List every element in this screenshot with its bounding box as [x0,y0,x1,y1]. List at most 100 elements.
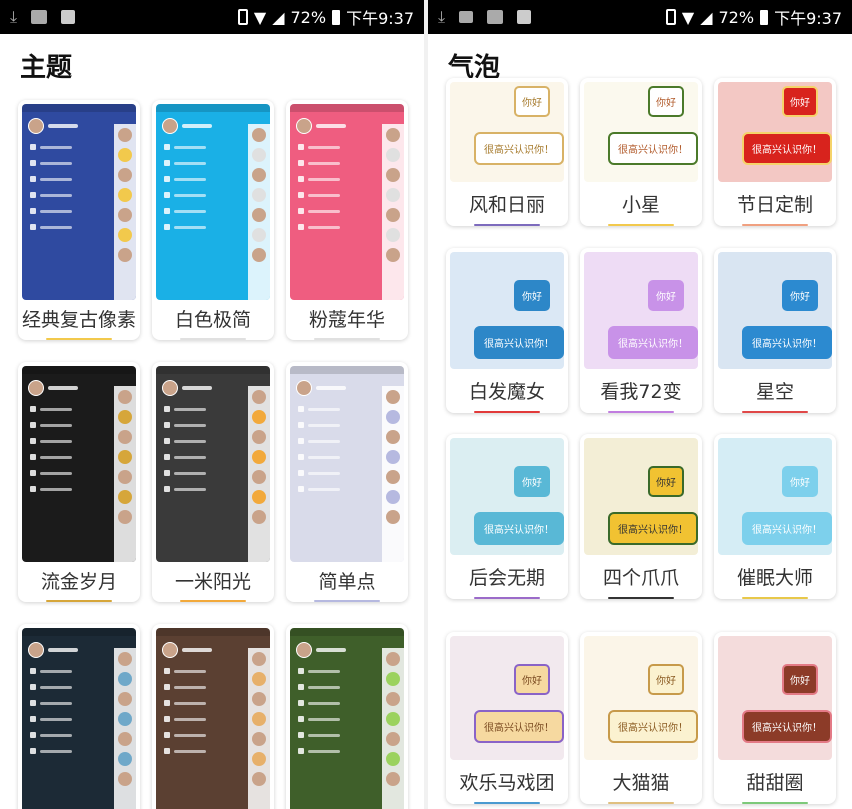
bubble-big: 很高兴认识你！ [608,132,698,165]
bubble-big: 很高兴认识你！ [474,132,564,165]
pulse-icon [487,10,504,24]
bubble-small: 你好 [782,280,818,311]
wifi-icon: ▼ [681,7,695,27]
bubble-card[interactable]: 你好 很高兴认识你！ 欢乐马戏团 [446,632,568,804]
bubble-preview: 你好很高兴认识你！ [718,82,832,182]
theme-card[interactable]: 简单点 [286,362,408,602]
status-bar: ⤓ ▼ ◢ 72% 下午9:37 [0,0,424,34]
bubble-big: 很高兴认识你！ [474,710,564,743]
battery-icon [760,9,769,25]
theme-preview [22,628,136,809]
signal-icon: ◢ [700,7,713,27]
theme-preview [156,628,270,809]
card-underline [608,411,674,413]
bubble-small: 你好 [782,466,818,497]
card-underline [180,600,246,602]
bubble-small: 你好 [514,86,550,117]
bubble-big: 很高兴认识你！ [474,512,564,545]
theme-card[interactable]: 流金岁月 [18,362,140,602]
card-underline [474,802,540,804]
status-bar: ⤓ ▼ ◢ 72% 下午9:37 [428,0,852,34]
bubble-small: 你好 [648,664,684,695]
avatar [296,642,312,658]
bubble-card[interactable]: 你好 很高兴认识你！ 小星 [580,78,702,226]
avatar [296,380,312,396]
avatar [162,642,178,658]
bubble-label: 后会无期 [468,567,545,589]
theme-label: 白色极简 [174,309,251,331]
bubble-card[interactable]: 你好很高兴认识你！ 风和日丽 [446,78,568,226]
theme-label: 经典复古像素 [21,309,136,331]
bubble-preview: 你好 很高兴认识你！ [584,82,698,182]
bubble-small: 你好 [514,280,550,311]
bubble-card[interactable]: 你好 很高兴认识你！ 催眠大师 [714,434,836,599]
card-underline [46,338,112,340]
bubble-card[interactable]: 你好 很高兴认识你！ 看我72变 [580,248,702,413]
theme-label: 一米阳光 [174,571,251,593]
theme-card[interactable]: 粉蔻年华 [286,100,408,340]
theme-card[interactable]: 一米阳光 [152,362,274,602]
bubble-label: 看我72变 [600,381,682,403]
bubble-big: 很高兴认识你！ [742,710,832,743]
theme-preview [290,104,404,300]
bubble-preview: 你好很高兴认识你！ [718,252,832,369]
theme-card[interactable]: 白色极简 [152,100,274,340]
square-icon [517,10,532,24]
theme-card[interactable]: 经典复古像素 [18,100,140,340]
bubble-preview: 你好 很高兴认识你！ [584,636,698,760]
vibrate-icon [237,9,248,25]
square-icon [61,10,76,24]
bubble-label: 白发魔女 [468,381,545,403]
card-underline [180,338,246,340]
theme-preview [156,104,270,300]
theme-card[interactable] [286,624,408,809]
themes-screen: ⤓ ▼ ◢ 72% 下午9:37 主题 经典复古像素 白色极简 粉蔻年华流金岁月 一米… [0,0,424,809]
bubble-small: 你好 [782,86,818,117]
bubble-big: 很高兴认识你！ [742,326,832,359]
card-underline [742,597,808,599]
download-icon: ⤓ [10,7,18,26]
bubbles-screen: ⤓ ▼ ◢ 72% 下午9:37 气泡 你好 很高兴认识你！ 风和日丽 你好 很高兴认识… [428,0,852,809]
card-underline [46,600,112,602]
card-underline [474,597,540,599]
page-title: 主题 [20,53,73,83]
battery-percent: 72% [290,7,327,27]
bubble-card[interactable]: 你好 很高兴认识你！ 大猫猫 [580,632,702,804]
bubble-big: 很高兴认识你！ [608,326,698,359]
bubble-preview: 你好 很高兴认识你！ [718,636,832,760]
bubble-small: 你好 [514,664,550,695]
theme-card[interactable] [18,624,140,809]
bubble-label: 风和日丽 [468,194,545,216]
bubble-big: 很高兴认识你！ [742,132,832,165]
bubble-preview: 你好 很高兴认识你！ [718,438,832,555]
theme-preview [22,104,136,300]
avatar [162,118,178,134]
card-underline [474,224,540,226]
avatar [28,642,44,658]
avatar [28,380,44,396]
theme-preview [22,366,136,562]
bubble-label: 星空 [755,381,794,403]
bubble-card[interactable]: 你好很高兴认识你！ 星空 [714,248,836,413]
bubble-big: 很高兴认识你！ [608,512,698,545]
bubble-card[interactable]: 你好 很高兴认识你！ 后会无期 [446,434,568,599]
theme-card[interactable] [152,624,274,809]
bubble-preview: 你好很高兴认识你！ [584,438,698,555]
wifi-icon: ▼ [253,7,267,27]
bubble-preview: 你好 很高兴认识你！ [584,252,698,369]
bubble-card[interactable]: 你好很高兴认识你！ 四个爪爪 [580,434,702,599]
theme-preview [290,366,404,562]
signal-icon: ◢ [272,7,285,27]
bubble-label: 甜甜圈 [746,772,804,794]
bubble-label: 四个爪爪 [602,567,679,589]
bubble-preview: 你好很高兴认识你！ [450,636,564,760]
bubble-small: 你好 [648,466,684,497]
bubble-preview: 你好 很高兴认识你！ [450,252,564,369]
bubble-card[interactable]: 你好 很高兴认识你！ 节日定制 [714,78,836,226]
avatar [162,380,178,396]
theme-label: 简单点 [318,571,376,593]
bubble-card[interactable]: 你好 很高兴认识你！ 白发魔女 [446,248,568,413]
bubble-card[interactable]: 你好 很高兴认识你！ 甜甜圈 [714,632,836,804]
pulse-icon [31,10,48,24]
card-underline [608,597,674,599]
